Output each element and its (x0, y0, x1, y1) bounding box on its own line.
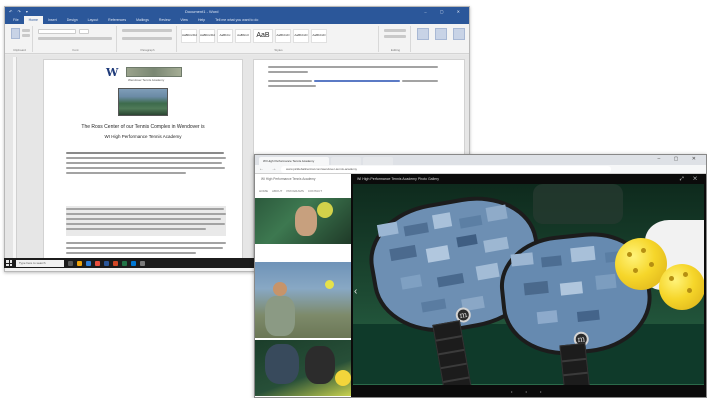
windows-taskbar: Type here to search (4, 258, 254, 268)
clipboard-group: Clipboard (7, 26, 33, 52)
academy-logo-banner (126, 67, 182, 77)
group-label-styles: Styles (274, 48, 283, 52)
quick-access-toolbar[interactable]: ↶ ↷ ▾ (9, 7, 30, 16)
window-controls[interactable]: – ▢ ✕ (424, 7, 466, 16)
word-title-bar: ↶ ↷ ▾ Document1 - Word – ▢ ✕ (5, 7, 469, 16)
tab-review[interactable]: Review (154, 16, 175, 24)
style-subtitle[interactable]: AaBbCcD (275, 29, 291, 43)
tab-file[interactable]: File (8, 16, 24, 24)
styles-group: AaBbCcDd AaBbCcDd AaBbCc AaBbCcI AaB AaB… (179, 26, 379, 52)
academy-logo-icon: W (106, 66, 119, 79)
browser-window: WI High Performance Tennis Academy – ▢ ✕… (254, 154, 707, 398)
ribbon-tabs: File Home Insert Design Layout Reference… (5, 16, 469, 24)
group-label-font: Font (72, 48, 79, 52)
style-heading-2[interactable]: AaBbCcI (235, 29, 251, 43)
paragraph-group: Paragraph (119, 26, 177, 52)
gallery-thumbnail-3[interactable] (255, 340, 351, 396)
pickleball-2 (659, 264, 704, 310)
browser-tab-strip: WI High Performance Tennis Academy – ▢ ✕ (255, 155, 706, 165)
site-nav-home[interactable]: HOME (259, 189, 268, 193)
browser-tab-1[interactable]: WI High Performance Tennis Academy (259, 157, 329, 165)
lightbox-prev-arrow-icon[interactable]: ‹ (354, 286, 357, 297)
style-title[interactable]: AaB (253, 29, 273, 43)
task-view-icon[interactable] (68, 260, 73, 266)
paste-button[interactable] (11, 28, 20, 39)
tab-home[interactable]: Home (23, 16, 43, 24)
image-lightbox: WI High Performance Tennis Academy Photo… (351, 174, 706, 397)
settings-taskbar-icon[interactable] (140, 260, 145, 266)
editor-icon[interactable] (453, 28, 465, 40)
document-heading: The Ross Center of our Tennis Complex in… (81, 124, 205, 130)
site-title: WI High Performance Tennis Academy (261, 177, 316, 181)
tab-mailings[interactable]: Mailings (131, 16, 154, 24)
browser-tab-3[interactable] (363, 157, 393, 165)
lightbox-caption: WI High Performance Tennis Academy Photo… (357, 177, 440, 181)
editing-group: Editing (381, 26, 411, 52)
vertical-ruler (13, 57, 17, 261)
browser-tab-title: WI High Performance Tennis Academy (263, 159, 315, 163)
font-size-box[interactable] (79, 29, 89, 34)
sensitivity-icon[interactable] (435, 28, 447, 40)
lightbox-pagination-icons[interactable]: • • • (511, 389, 547, 394)
tab-help[interactable]: Help (193, 16, 210, 24)
style-normal[interactable]: AaBbCcDd (181, 29, 197, 43)
style-heading-1[interactable]: AaBbCc (217, 29, 233, 43)
lightbox-controls-icons[interactable]: ⤢ ✕ (680, 176, 701, 182)
outlook-taskbar-icon[interactable] (131, 260, 136, 266)
edge-icon[interactable] (86, 260, 91, 266)
style-emphasis[interactable]: AaBbCcD (293, 29, 309, 43)
excel-taskbar-icon[interactable] (122, 260, 127, 266)
style-strong[interactable]: AaBbCcD (311, 29, 327, 43)
style-no-spacing[interactable]: AaBbCcDd (199, 29, 215, 43)
windows-start-icon[interactable] (6, 260, 12, 266)
group-label-paragraph: Paragraph (140, 48, 155, 52)
document-subheading: WI High Performance Tennis Academy (104, 134, 182, 139)
powerpoint-taskbar-icon[interactable] (113, 260, 118, 266)
tab-layout[interactable]: Layout (83, 16, 104, 24)
group-label-clipboard: Clipboard (13, 48, 26, 52)
gallery-thumbnail-2[interactable] (255, 262, 351, 338)
file-explorer-icon[interactable] (77, 260, 82, 266)
word-window-title: Document1 - Word (185, 9, 219, 14)
site-nav-contact[interactable]: CONTACT (308, 189, 322, 193)
document-photo (118, 88, 168, 116)
tab-references[interactable]: References (103, 16, 131, 24)
ribbon: Clipboard Font Paragraph AaBbCcDd AaBbCc… (5, 24, 469, 54)
tab-design[interactable]: Design (62, 16, 83, 24)
highlighted-paragraph (66, 206, 226, 236)
browser-window-controls[interactable]: – ▢ ✕ (658, 156, 702, 162)
web-page: WI High Performance Tennis Academy HOME … (255, 174, 351, 397)
lightbox-photo[interactable]: m m (353, 184, 704, 385)
font-name-box[interactable] (38, 29, 76, 34)
tab-view[interactable]: View (175, 16, 193, 24)
tab-insert[interactable]: Insert (43, 16, 62, 24)
browser-address-bar: ← → ↻ www.pickleballcentral.com/wendover… (255, 165, 706, 174)
logo-caption: Wendover Tennis Academy (128, 78, 165, 82)
page2-link[interactable] (314, 80, 400, 82)
word-taskbar-icon[interactable] (104, 260, 109, 266)
desktop-screenshot: ↶ ↷ ▾ Document1 - Word – ▢ ✕ File Home I… (0, 0, 707, 398)
site-nav: HOME ABOUT PROGRAMS CONTACT (259, 189, 322, 193)
browser-tab-2[interactable] (331, 157, 361, 165)
chrome-icon[interactable] (95, 260, 100, 266)
dictate-icon[interactable] (417, 28, 429, 40)
taskbar-search-input[interactable]: Type here to search (16, 259, 64, 267)
document-page-1[interactable]: W Wendover Tennis Academy The Ross Cente… (43, 59, 243, 271)
site-nav-programs[interactable]: PROGRAMS (286, 189, 304, 193)
site-nav-about[interactable]: ABOUT (272, 189, 282, 193)
url-input[interactable]: www.pickleballcentral.com/wendover-tenni… (281, 166, 611, 173)
group-label-editing: Editing (390, 48, 401, 52)
font-group: Font (35, 26, 117, 52)
gallery-thumbnail-1[interactable] (255, 198, 351, 244)
tell-me-search[interactable]: Tell me what you want to do (210, 16, 263, 24)
